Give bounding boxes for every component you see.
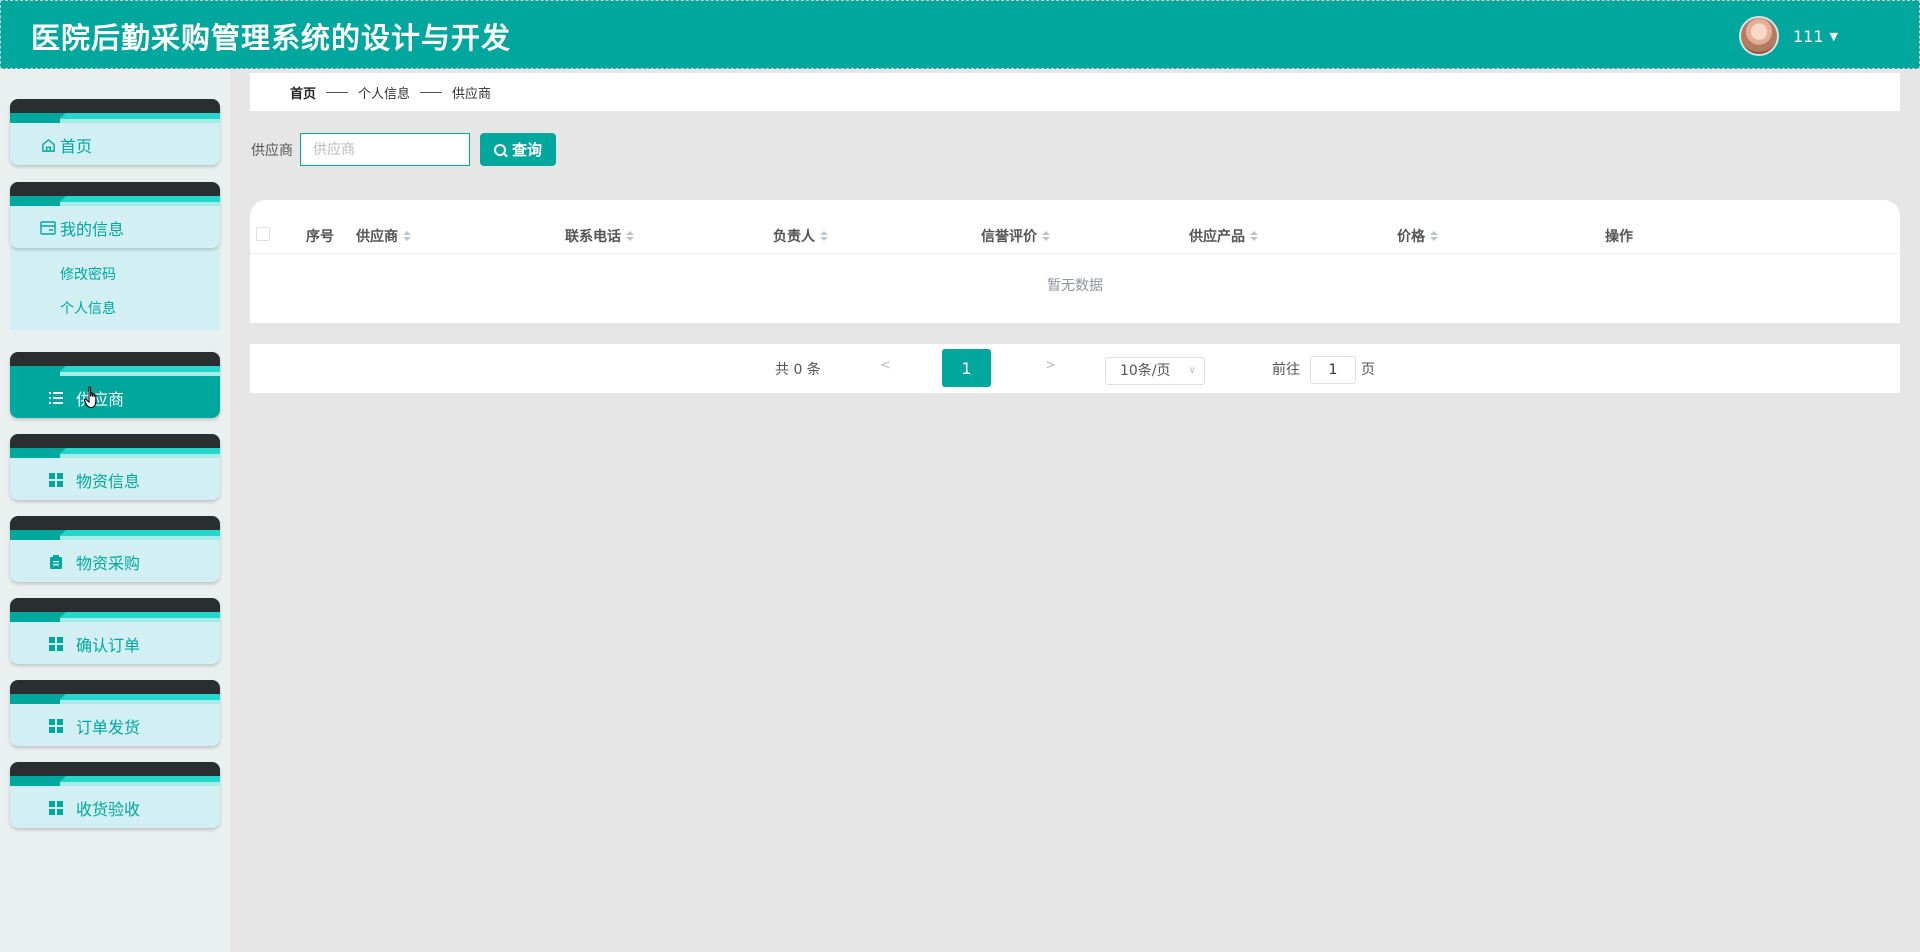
grid-icon <box>48 472 64 488</box>
home-icon <box>40 137 56 153</box>
column-header-contact-person[interactable]: 负责人 <box>773 226 828 246</box>
sidebar-item-receipt-inspection[interactable]: 收货验收 <box>10 762 220 828</box>
grid-icon <box>48 636 64 652</box>
next-page-button[interactable]: > <box>1045 358 1056 373</box>
submenu-my-info: 修改密码 个人信息 <box>10 248 220 330</box>
sidebar-item-label: 我的信息 <box>60 220 125 239</box>
clipboard-icon <box>48 554 64 570</box>
sort-icon[interactable] <box>820 231 828 241</box>
pagination: 共 0 条 < 1 > 10条/页 ∨ 前往 页 <box>250 344 1900 393</box>
avatar[interactable] <box>1739 16 1779 56</box>
goto-page-input[interactable] <box>1310 356 1356 384</box>
breadcrumb: 首页 个人信息 供应商 <box>250 73 1900 111</box>
username[interactable]: 111 <box>1793 27 1824 46</box>
column-label: 操作 <box>1605 229 1633 245</box>
column-header-price[interactable]: 价格 <box>1397 226 1438 246</box>
sidebar-item-confirm-order[interactable]: 确认订单 <box>10 598 220 664</box>
supplier-table: 序号 供应商 联系电话 负责人 信誉评价 供应产品 价格 操作 暂无数据 <box>250 200 1900 323</box>
column-label: 序号 <box>306 229 334 245</box>
user-menu[interactable]: 111 ▼ <box>1739 14 1838 58</box>
sidebar-item-material-info[interactable]: 物资信息 <box>10 434 220 500</box>
grid-icon <box>48 800 64 816</box>
top-header: 医院后勤采购管理系统的设计与开发 111 ▼ <box>0 0 1920 69</box>
page-size-select[interactable]: 10条/页 ∨ <box>1105 357 1205 385</box>
column-header-products[interactable]: 供应产品 <box>1189 226 1258 246</box>
app-title: 医院后勤采购管理系统的设计与开发 <box>31 21 512 55</box>
card-icon <box>40 220 56 236</box>
sidebar-item-my-info[interactable]: 我的信息 修改密码 个人信息 <box>10 182 220 330</box>
prev-page-button[interactable]: < <box>880 358 891 373</box>
total-count: 共 0 条 <box>775 362 821 378</box>
supplier-search-input[interactable] <box>300 133 470 166</box>
chevron-down-icon: ∨ <box>1188 365 1196 376</box>
list-icon <box>48 390 64 406</box>
column-label: 联系电话 <box>565 229 621 245</box>
search-button-label: 查询 <box>511 141 542 159</box>
sidebar-item-label: 收货验收 <box>76 800 141 819</box>
column-label: 负责人 <box>773 229 815 245</box>
breadcrumb-separator <box>326 91 349 93</box>
page-size-value: 10条/页 <box>1120 363 1171 379</box>
table-header: 序号 供应商 联系电话 负责人 信誉评价 供应产品 价格 操作 <box>250 214 1900 254</box>
sidebar: 首页 我的信息 修改密码 个人信息 供应商 物资信息 物资采购 确认订单 订单发… <box>0 69 230 952</box>
column-header-credit-rating[interactable]: 信誉评价 <box>981 226 1050 246</box>
goto-label: 前往 <box>1272 362 1300 378</box>
breadcrumb-home[interactable]: 首页 <box>290 83 316 102</box>
sidebar-item-home[interactable]: 首页 <box>10 99 220 165</box>
select-all-checkbox[interactable] <box>256 227 270 241</box>
sidebar-subitem-personal-info[interactable]: 个人信息 <box>10 292 220 326</box>
column-header-actions: 操作 <box>1605 226 1633 246</box>
hand-cursor-icon <box>84 386 97 409</box>
sort-icon[interactable] <box>626 231 634 241</box>
column-label: 信誉评价 <box>981 229 1037 245</box>
caret-down-icon[interactable]: ▼ <box>1830 30 1838 43</box>
search-button[interactable]: 查询 <box>480 133 556 166</box>
sort-icon[interactable] <box>403 231 411 241</box>
sidebar-item-label: 确认订单 <box>76 636 141 655</box>
column-label: 价格 <box>1397 229 1425 245</box>
column-header-supplier[interactable]: 供应商 <box>356 226 411 246</box>
sort-icon[interactable] <box>1042 231 1050 241</box>
column-header-index: 序号 <box>306 226 334 246</box>
sidebar-item-label: 物资信息 <box>76 472 141 491</box>
empty-state-text: 暂无数据 <box>1047 278 1103 294</box>
sidebar-item-supplier[interactable]: 供应商 <box>10 352 220 418</box>
column-label: 供应商 <box>356 229 398 245</box>
breadcrumb-current: 供应商 <box>452 86 492 102</box>
sidebar-item-material-purchase[interactable]: 物资采购 <box>10 516 220 582</box>
breadcrumb-separator <box>420 91 443 93</box>
column-label: 供应产品 <box>1189 229 1245 245</box>
sidebar-item-label: 物资采购 <box>76 554 141 573</box>
page-unit-label: 页 <box>1361 362 1375 378</box>
page-number-button[interactable]: 1 <box>942 349 991 387</box>
sidebar-subitem-change-password[interactable]: 修改密码 <box>10 258 220 292</box>
sidebar-item-label: 订单发货 <box>76 718 141 737</box>
sort-icon[interactable] <box>1430 231 1438 241</box>
search-icon <box>493 143 506 156</box>
sort-icon[interactable] <box>1250 231 1258 241</box>
sidebar-item-label: 首页 <box>60 137 93 156</box>
search-label: 供应商 <box>251 143 293 159</box>
sidebar-item-order-shipping[interactable]: 订单发货 <box>10 680 220 746</box>
breadcrumb-personal-info[interactable]: 个人信息 <box>358 83 410 102</box>
grid-icon <box>48 718 64 734</box>
column-header-phone[interactable]: 联系电话 <box>565 226 634 246</box>
